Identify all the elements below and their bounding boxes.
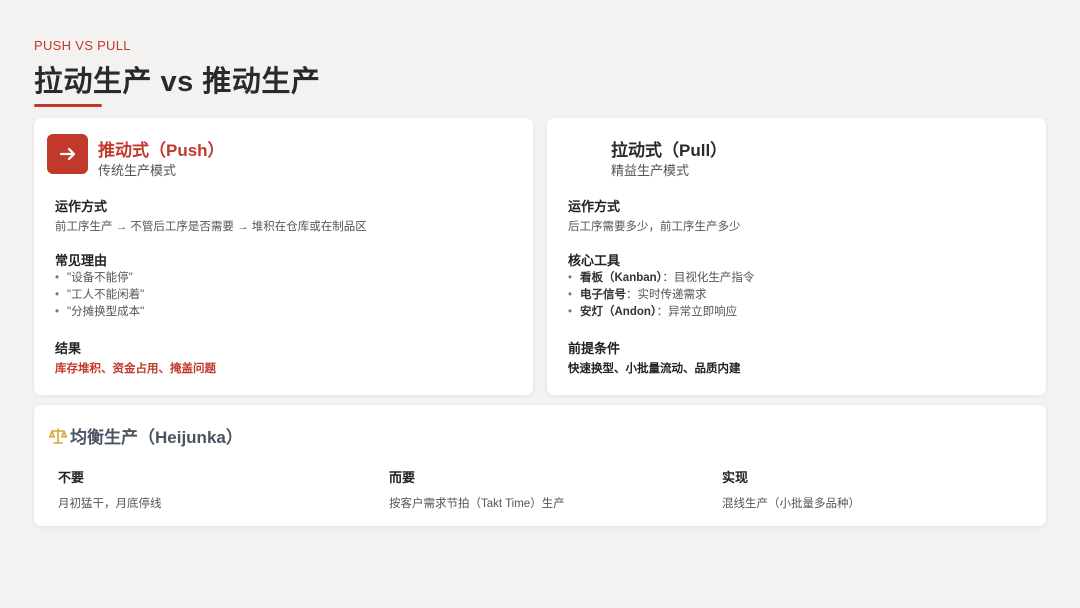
balance-scale-icon — [48, 427, 68, 444]
list-item: • "工人不能闲着" — [55, 289, 145, 301]
push-icon-box — [47, 134, 88, 174]
list-item: • "设备不能停" — [55, 272, 133, 284]
pull-prereq-title: 前提条件 — [568, 341, 621, 356]
list-item: • 看板（Kanban）：目视化生产指令 — [568, 272, 755, 284]
list-item: • "分摊换型成本" — [55, 306, 145, 318]
push-reasons-list: • "设备不能停" • "工人不能闲着" • "分摊换型成本" — [55, 270, 144, 321]
heijunka-heading: 均衡生产（Heijunka） — [48, 423, 243, 448]
title-underline — [34, 104, 102, 107]
pull-prereq-text: 快速换型、小批量流动、品质内建 — [568, 363, 741, 375]
pull-operation-title: 运作方式 — [568, 199, 621, 214]
push-card: 推动式（Push） 传统生产模式 运作方式 前工序生产 → 不管后工序是否需要 … — [34, 118, 533, 395]
arrow-right-icon — [59, 147, 75, 161]
heijunka-column-text: 混线生产（小批量多品种） — [722, 498, 860, 510]
heijunka-column-achieve: 实现 混线生产（小批量多品种） — [722, 467, 860, 511]
heijunka-column-text: 按客户需求节拍（Takt Time）生产 — [389, 498, 565, 510]
heijunka-column-label: 而要 — [389, 470, 416, 485]
eyebrow-label: PUSH VS PULL — [34, 38, 131, 53]
pull-card: 拉动式（Pull） 精益生产模式 运作方式 后工序需要多少，前工序生产多少 核心… — [547, 118, 1046, 395]
push-result-title: 结果 — [55, 341, 82, 356]
pull-tools-title: 核心工具 — [568, 253, 621, 268]
push-title: 推动式（Push） — [98, 141, 225, 160]
push-operation-text: 前工序生产 → 不管后工序是否需要 → 堆积在仓库或在制品区 — [55, 221, 367, 233]
push-reasons-title: 常见理由 — [55, 253, 108, 268]
heijunka-column-text: 月初猛干，月底停线 — [58, 498, 162, 510]
list-item: • 安灯（Andon）：异常立即响应 — [568, 306, 738, 318]
heijunka-column-instead: 而要 按客户需求节拍（Takt Time）生产 — [389, 467, 565, 511]
list-item: • 电子信号：实时传递需求 — [568, 289, 707, 301]
page-title: 拉动生产 vs 推动生产 — [34, 66, 321, 98]
heijunka-column-dont: 不要 月初猛干，月底停线 — [58, 467, 162, 511]
heijunka-title: 均衡生产（Heijunka） — [70, 428, 243, 447]
pull-title: 拉动式（Pull） — [611, 141, 728, 160]
heijunka-column-label: 不要 — [58, 470, 85, 485]
pull-subtitle: 精益生产模式 — [611, 163, 690, 178]
push-result-text: 库存堆积、资金占用、掩盖问题 — [55, 363, 216, 375]
push-subtitle: 传统生产模式 — [98, 163, 177, 178]
pull-operation-text: 后工序需要多少，前工序生产多少 — [568, 221, 741, 233]
push-operation-title: 运作方式 — [55, 199, 108, 214]
heijunka-column-label: 实现 — [722, 470, 749, 485]
heijunka-card: 均衡生产（Heijunka） 不要 月初猛干，月底停线 而要 按客户需求节拍（T… — [34, 405, 1046, 526]
pull-tools-list: • 看板（Kanban）：目视化生产指令 • 电子信号：实时传递需求 • 安灯（And… — [568, 270, 754, 321]
